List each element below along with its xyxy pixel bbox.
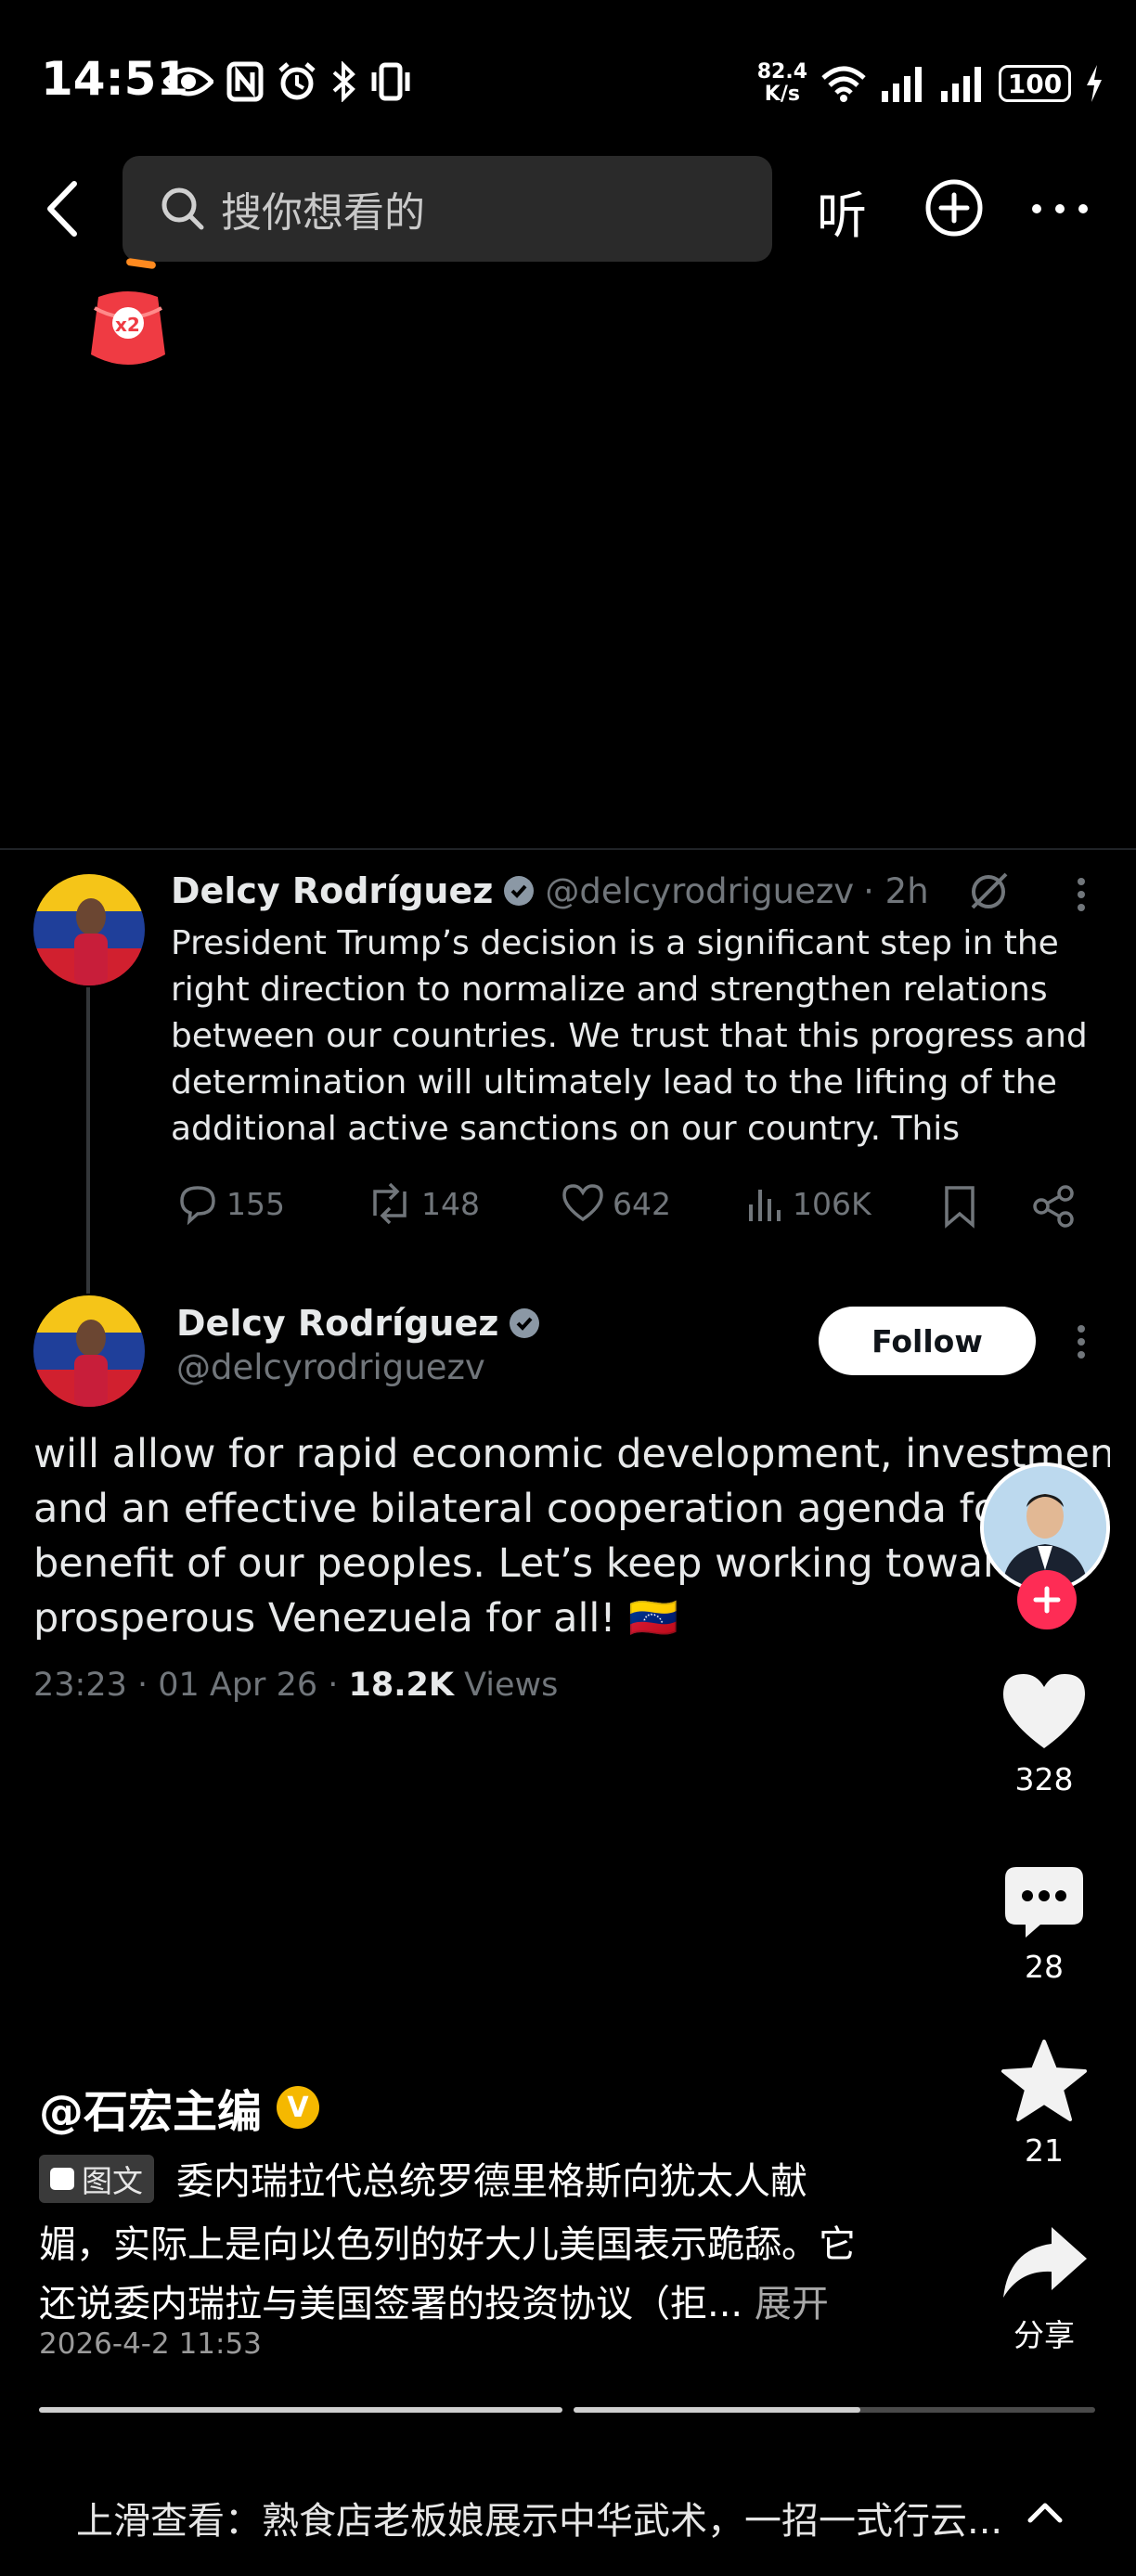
- author-handle[interactable]: @delcyrodriguezv: [176, 1347, 485, 1387]
- verified-icon: [510, 1308, 540, 1338]
- tweet-text: will allow for rapid economic developmen…: [33, 1427, 1110, 1646]
- verified-icon: [504, 876, 535, 906]
- tweet-text-line: will allow for rapid economic developmen…: [33, 1431, 1110, 1477]
- red-packet-label: x2: [115, 314, 140, 336]
- alarm-icon: [278, 62, 316, 100]
- like-video-button[interactable]: 328: [984, 1670, 1104, 1797]
- author-handle[interactable]: @delcyrodriguezv: [545, 871, 854, 911]
- battery-indicator: 100: [999, 65, 1071, 102]
- heart-outline-icon: [562, 1184, 603, 1222]
- heart-icon: [1003, 1674, 1085, 1748]
- chevron-up-icon[interactable]: [1026, 2498, 1064, 2526]
- tweet-timestamp: 23:23 · 01 Apr 26 ·: [33, 1667, 349, 1704]
- share-video-button[interactable]: 分享: [984, 2223, 1104, 2355]
- eye-icon: [163, 67, 213, 97]
- repost-icon: [373, 1182, 407, 1225]
- tweet-text: President Trump’s decision is a signific…: [171, 924, 1088, 1148]
- follow-creator-button[interactable]: [1017, 1570, 1077, 1629]
- image-text-icon: [50, 2168, 74, 2190]
- status-icons: [163, 56, 412, 108]
- grok-icon[interactable]: [965, 869, 1012, 915]
- tweet-more-icon[interactable]: [1067, 1323, 1095, 1360]
- reply-icon: [180, 1186, 215, 1225]
- like-count: 642: [613, 1185, 671, 1222]
- tweet-author: Delcy Rodríguez: [176, 1303, 541, 1344]
- author-name[interactable]: Delcy Rodríguez: [176, 1303, 498, 1344]
- more-icon[interactable]: [1030, 202, 1090, 215]
- net-speed: 82.4 K/s: [756, 60, 807, 106]
- search-placeholder: 搜你想看的: [221, 189, 425, 237]
- caption-line-2: 媚，实际上是向以色列的好大儿美国表示跪舔。它: [39, 2223, 856, 2266]
- back-button[interactable]: [37, 176, 89, 241]
- caption-line-1: 图文 委内瑞拉代总统罗德里格斯向犹太人献: [39, 2151, 807, 2205]
- video-author[interactable]: @石宏主编 V: [39, 2075, 320, 2140]
- signal-icon-2: [941, 67, 981, 102]
- tweet-views-label: Views: [453, 1667, 559, 1704]
- caption-line-3: 还说委内瑞拉与美国签署的投资协议（拒... 展开: [39, 2273, 829, 2327]
- red-packet-button[interactable]: x2: [85, 290, 171, 371]
- share-label: 分享: [1013, 2317, 1075, 2353]
- share-icon[interactable]: [1032, 1184, 1077, 1229]
- signal-icon-1: [882, 67, 922, 102]
- comment-icon: [1005, 1867, 1083, 1938]
- tweet-more-icon[interactable]: [1067, 876, 1095, 913]
- tweet-actions: 155 148 642 106K: [171, 1182, 1108, 1234]
- tweet-header: Delcy Rodríguez @delcyrodriguezv · 2h: [171, 870, 929, 911]
- listen-button[interactable]: 听: [817, 174, 867, 248]
- follow-button[interactable]: Follow: [819, 1307, 1036, 1375]
- next-video-hint[interactable]: 上滑查看：熟食店老板娘展示中华武术，一招一式行云...: [76, 2491, 1002, 2544]
- content-type-tag: 图文: [39, 2155, 154, 2203]
- repost-count: 148: [421, 1185, 480, 1222]
- avatar: [33, 874, 145, 985]
- tweet-meta: 23:23 · 01 Apr 26 · 18.2K Views: [33, 1667, 558, 1704]
- views-button[interactable]: 106K: [746, 1182, 871, 1225]
- progress-segment-done[interactable]: [39, 2407, 562, 2413]
- tweet-text-line: and an effective bilateral cooperation a…: [33, 1486, 1092, 1532]
- author-name[interactable]: Delcy Rodríguez: [171, 870, 493, 911]
- caption-text: 还说委内瑞拉与美国签署的投资协议（拒...: [39, 2283, 743, 2325]
- progress-fill: [574, 2407, 861, 2413]
- tag-label: 图文: [82, 2163, 143, 2199]
- views-icon: [749, 1190, 781, 1221]
- like-button[interactable]: 642: [561, 1182, 671, 1225]
- post-date: 2026-4-2 11:53: [39, 2327, 262, 2361]
- favorite-button[interactable]: 21: [984, 2038, 1104, 2169]
- star-icon: [1001, 2040, 1087, 2121]
- caption-text: 委内瑞拉代总统罗德里格斯向犹太人献: [176, 2160, 807, 2203]
- verified-badge: V: [277, 2086, 320, 2129]
- bluetooth-icon: [332, 61, 355, 102]
- search-input[interactable]: 搜你想看的: [123, 156, 772, 262]
- tweet-text-line: benefit of our peoples. Let’s keep worki…: [33, 1540, 1062, 1587]
- wifi-icon: [821, 66, 866, 102]
- divider: [0, 848, 1136, 850]
- reply-count: 155: [226, 1185, 285, 1222]
- repost-button[interactable]: 148: [366, 1182, 480, 1225]
- search-icon: [161, 187, 204, 230]
- vibrate-icon: [371, 62, 410, 101]
- author-handle[interactable]: @石宏主编: [39, 2075, 262, 2140]
- share-arrow-icon: [1003, 2227, 1087, 2298]
- add-button[interactable]: [924, 178, 984, 238]
- tweet-text-line: prosperous Venezuela for all! 🇻🇪: [33, 1595, 678, 1642]
- status-right: 82.4 K/s 100: [757, 56, 1104, 111]
- plus-icon: [1033, 1586, 1061, 1614]
- expand-button[interactable]: 展开: [742, 2283, 829, 2325]
- favorite-count: 21: [1025, 2132, 1064, 2169]
- like-count: 328: [1014, 1761, 1074, 1797]
- charging-icon: [1087, 65, 1102, 102]
- views-count: 106K: [793, 1185, 871, 1222]
- comment-button[interactable]: 28: [984, 1865, 1104, 1985]
- thread-line: [86, 987, 90, 1294]
- tweet-views-count: 18.2K: [348, 1667, 454, 1704]
- bookmark-icon[interactable]: [941, 1184, 978, 1229]
- avatar: [33, 1295, 145, 1407]
- tweet-age: · 2h: [863, 870, 929, 911]
- comment-count: 28: [1025, 1949, 1064, 1985]
- reply-button[interactable]: 155: [176, 1182, 285, 1225]
- nfc-icon: [226, 61, 264, 102]
- progress-segment-current[interactable]: [574, 2407, 1095, 2413]
